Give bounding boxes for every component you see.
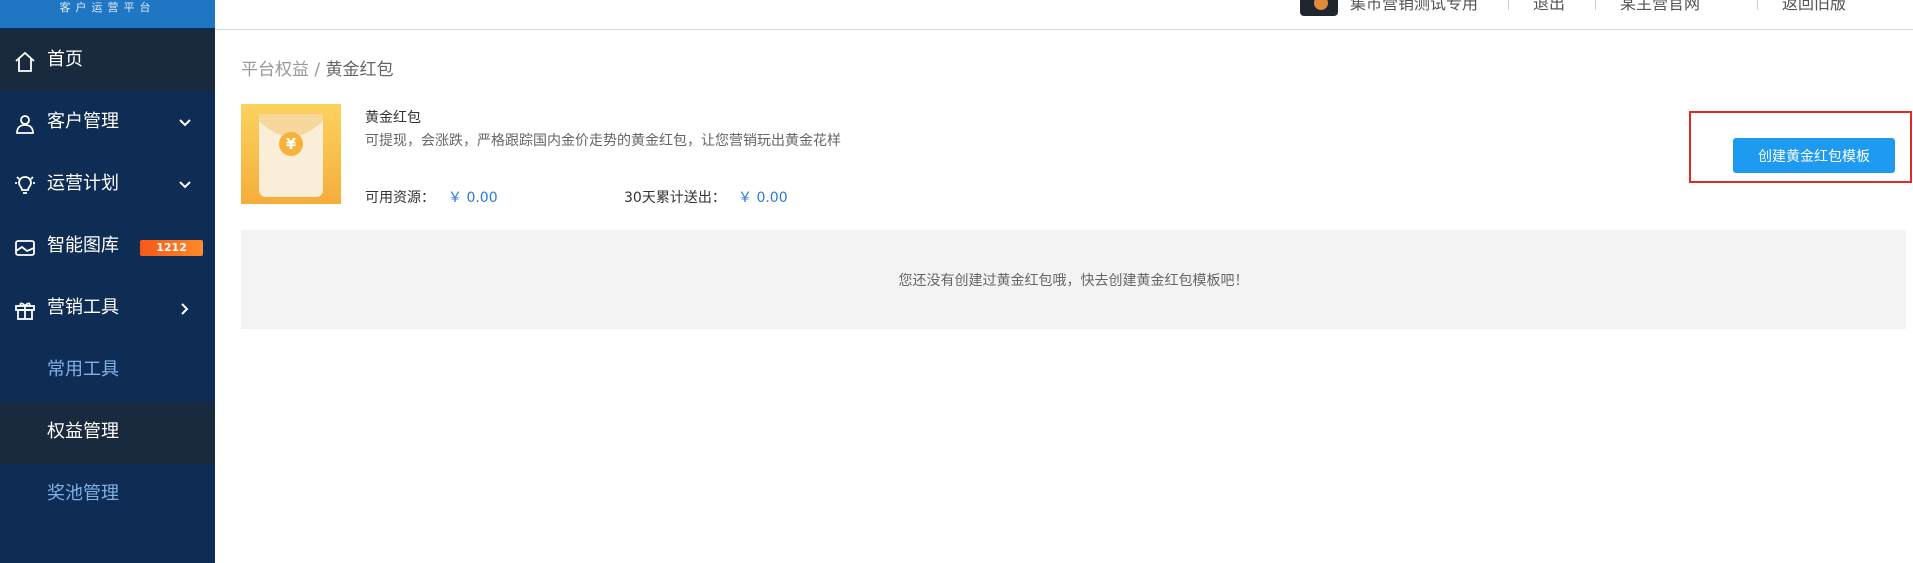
logout-link[interactable]: 退出 (1533, 0, 1565, 14)
divider (1757, 0, 1758, 10)
username-link[interactable]: 集市营销测试专用 (1350, 0, 1478, 14)
sidebar-item-rights-management[interactable]: 权益管理 (0, 402, 215, 464)
chevron-right-icon (175, 299, 195, 319)
sidebar-item-label: 权益管理 (47, 421, 119, 442)
create-template-button[interactable]: 创建黄金红包模板 (1733, 138, 1895, 173)
sent-value: ￥ 0.00 (738, 190, 788, 206)
divider (1508, 0, 1509, 10)
empty-state: 您还没有创建过黄金红包哦，快去创建黄金红包模板吧！ (241, 230, 1906, 329)
sidebar-item-home[interactable]: 首页 (0, 30, 215, 92)
gold-red-packet-icon: ¥ (241, 104, 341, 204)
old-version-link[interactable]: 返回旧版 (1782, 0, 1846, 14)
yen-symbol: ¥ (286, 135, 297, 153)
top-bar: 集市营销测试专用 退出 某主营官网 返回旧版 (215, 0, 1913, 30)
sidebar-item-label: 首页 (47, 49, 83, 70)
brand-label: 客户运营平台 (0, 0, 215, 28)
sidebar-item-label: 常用工具 (47, 359, 119, 380)
image-icon (13, 236, 37, 260)
sidebar-item-common-tools[interactable]: 常用工具 (0, 340, 215, 402)
sidebar-item-customer[interactable]: 客户管理 (0, 92, 215, 154)
available-value: ￥ 0.00 (448, 190, 498, 206)
sidebar-item-gallery[interactable]: 智能图库 1212 (0, 216, 215, 278)
chevron-down-icon (175, 175, 195, 195)
breadcrumb: 平台权益 / 黄金红包 (241, 55, 394, 80)
sidebar: 客户运营平台 首页 客户管理 运营计划 智能图库 1212 营销工具 常用工具 … (0, 0, 215, 563)
user-icon (13, 112, 37, 136)
sidebar-item-label: 客户管理 (47, 111, 119, 132)
count-badge: 1212 (140, 240, 203, 256)
avatar[interactable] (1300, 0, 1338, 16)
available-label: 可用资源： (365, 190, 435, 206)
sidebar-item-operations[interactable]: 运营计划 (0, 154, 215, 216)
breadcrumb-separator: / (309, 60, 326, 80)
gift-icon (13, 298, 37, 322)
sidebar-item-label: 智能图库 (47, 235, 119, 256)
official-site-link[interactable]: 某主营官网 (1620, 0, 1700, 14)
lightbulb-icon (13, 174, 37, 198)
sidebar-item-marketing-tools[interactable]: 营销工具 (0, 278, 215, 340)
sidebar-item-prize-pool[interactable]: 奖池管理 (0, 464, 215, 526)
sidebar-item-label: 奖池管理 (47, 483, 119, 504)
product-title: 黄金红包 (365, 110, 421, 126)
breadcrumb-current: 黄金红包 (325, 60, 394, 80)
divider (1595, 0, 1596, 10)
empty-state-message: 您还没有创建过黄金红包哦，快去创建黄金红包模板吧！ (898, 272, 1249, 289)
home-icon (13, 50, 37, 74)
sidebar-item-label: 营销工具 (47, 297, 119, 318)
product-description: 可提现，会涨跌，严格跟踪国内金价走势的黄金红包，让您营销玩出黄金花样 (365, 133, 841, 149)
chevron-down-icon (175, 113, 195, 133)
sidebar-item-label: 运营计划 (47, 173, 119, 194)
sent-label: 30天累计送出： (624, 190, 726, 206)
breadcrumb-parent[interactable]: 平台权益 (241, 60, 309, 80)
